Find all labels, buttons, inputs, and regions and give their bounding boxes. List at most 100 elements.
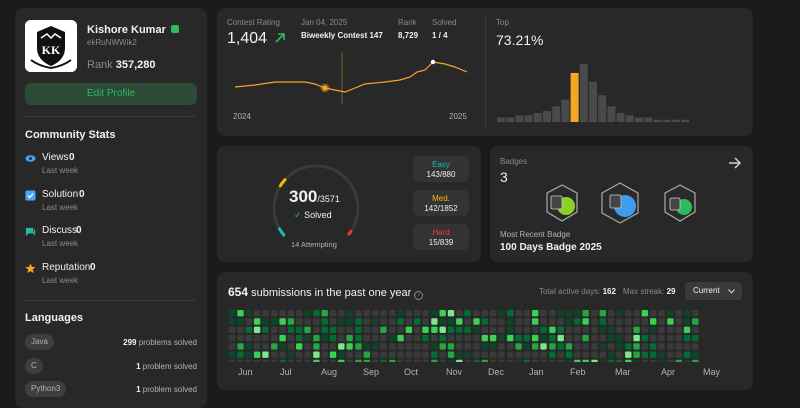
heatmap-cell[interactable] xyxy=(549,334,556,342)
heatmap-cell[interactable] xyxy=(447,359,455,362)
heatmap-cell[interactable] xyxy=(650,318,657,325)
heatmap-cell[interactable] xyxy=(397,359,404,362)
heatmap-cell[interactable] xyxy=(607,310,615,317)
heatmap-cell[interactable] xyxy=(591,326,598,333)
lang-pill-c[interactable]: C xyxy=(25,358,43,374)
heatmap-cell[interactable] xyxy=(304,318,311,325)
heatmap-cell[interactable] xyxy=(431,359,438,362)
heatmap-cell[interactable] xyxy=(431,318,438,325)
heatmap-cell[interactable] xyxy=(565,351,573,358)
heatmap-cell[interactable] xyxy=(405,326,413,333)
heatmap-cell[interactable] xyxy=(574,326,581,333)
heatmap-cell[interactable] xyxy=(481,359,488,362)
heatmap-cell[interactable] xyxy=(279,351,286,358)
heatmap-cell[interactable] xyxy=(253,326,261,333)
difficulty-medium[interactable]: Med. 142/1852 xyxy=(413,190,469,216)
heatmap-cell[interactable] xyxy=(389,310,396,317)
heatmap-cell[interactable] xyxy=(338,326,345,333)
heatmap-cell[interactable] xyxy=(625,334,632,342)
heatmap-cell[interactable] xyxy=(296,351,303,358)
heatmap-cell[interactable] xyxy=(582,318,589,325)
heatmap-cell[interactable] xyxy=(616,310,623,317)
heatmap-cell[interactable] xyxy=(489,326,497,333)
heatmap-cell[interactable] xyxy=(692,334,699,342)
heatmap-cell[interactable] xyxy=(683,318,691,325)
heatmap-cell[interactable] xyxy=(549,343,556,350)
heatmap-cell[interactable] xyxy=(321,359,328,362)
heatmap-cell[interactable] xyxy=(405,318,413,325)
heatmap-cell[interactable] xyxy=(355,334,362,342)
heatmap-cell[interactable] xyxy=(473,343,480,350)
heatmap-cell[interactable] xyxy=(641,343,649,350)
heatmap-cell[interactable] xyxy=(346,334,353,342)
heatmap-cell[interactable] xyxy=(304,310,311,317)
heatmap-cell[interactable] xyxy=(675,310,682,317)
heatmap-cell[interactable] xyxy=(591,334,598,342)
heatmap-cell[interactable] xyxy=(507,326,514,333)
heatmap-cell[interactable] xyxy=(507,318,514,325)
badge-days-icon[interactable] xyxy=(545,184,579,222)
heatmap-cell[interactable] xyxy=(667,351,674,358)
heatmap-cell[interactable] xyxy=(473,326,480,333)
heatmap-cell[interactable] xyxy=(355,343,362,350)
heatmap-cell[interactable] xyxy=(389,359,396,362)
heatmap-cell[interactable] xyxy=(397,310,404,317)
heatmap-cell[interactable] xyxy=(229,310,236,317)
heatmap-cell[interactable] xyxy=(599,351,606,358)
heatmap-cell[interactable] xyxy=(338,334,345,342)
heatmap-cell[interactable] xyxy=(641,318,649,325)
heatmap-cell[interactable] xyxy=(262,326,269,333)
heatmap-cell[interactable] xyxy=(591,351,598,358)
heatmap-cell[interactable] xyxy=(574,334,581,342)
heatmap-cell[interactable] xyxy=(414,343,421,350)
heatmap-cell[interactable] xyxy=(414,359,421,362)
heatmap-cell[interactable] xyxy=(271,351,278,358)
rating-line-chart[interactable] xyxy=(235,52,467,104)
heatmap-cell[interactable] xyxy=(313,318,320,325)
heatmap-cell[interactable] xyxy=(616,318,623,325)
heatmap-cell[interactable] xyxy=(321,351,328,358)
heatmap-cell[interactable] xyxy=(540,326,547,333)
heatmap-cell[interactable] xyxy=(557,351,564,358)
heatmap-cell[interactable] xyxy=(321,326,328,333)
heatmap-cell[interactable] xyxy=(633,343,640,350)
heatmap-cell[interactable] xyxy=(582,359,589,362)
heatmap-cell[interactable] xyxy=(237,318,244,325)
edit-profile-button[interactable]: Edit Profile xyxy=(25,83,197,105)
heatmap-cell[interactable] xyxy=(650,334,657,342)
heatmap-cell[interactable] xyxy=(473,318,480,325)
heatmap-cell[interactable] xyxy=(355,318,362,325)
heatmap-cell[interactable] xyxy=(279,343,286,350)
heatmap-cell[interactable] xyxy=(658,351,665,358)
heatmap-cell[interactable] xyxy=(523,351,531,358)
heatmap-cell[interactable] xyxy=(439,318,446,325)
heatmap-cell[interactable] xyxy=(515,318,522,325)
heatmap-cell[interactable] xyxy=(456,359,463,362)
heatmap-cell[interactable] xyxy=(380,318,387,325)
heatmap-cell[interactable] xyxy=(371,351,379,358)
heatmap-cell[interactable] xyxy=(498,351,505,358)
heatmap-cell[interactable] xyxy=(507,343,514,350)
heatmap-cell[interactable] xyxy=(253,351,261,358)
heatmap-cell[interactable] xyxy=(313,343,320,350)
heatmap-cell[interactable] xyxy=(287,334,295,342)
heatmap-cell[interactable] xyxy=(641,310,649,317)
heatmap-cell[interactable] xyxy=(253,310,261,317)
heatmap-cell[interactable] xyxy=(397,318,404,325)
heatmap-cell[interactable] xyxy=(397,326,404,333)
heatmap-cell[interactable] xyxy=(253,334,261,342)
heatmap-cell[interactable] xyxy=(532,359,539,362)
heatmap-cell[interactable] xyxy=(532,334,539,342)
heatmap-cell[interactable] xyxy=(507,310,514,317)
heatmap-cell[interactable] xyxy=(650,326,657,333)
heatmap-cell[interactable] xyxy=(405,310,413,317)
heatmap-cell[interactable] xyxy=(675,334,682,342)
heatmap-cell[interactable] xyxy=(607,359,615,362)
heatmap-cell[interactable] xyxy=(456,334,463,342)
heatmap-cell[interactable] xyxy=(304,334,311,342)
heatmap-cell[interactable] xyxy=(591,310,598,317)
heatmap-cell[interactable] xyxy=(253,359,261,362)
heatmap-cell[interactable] xyxy=(565,334,573,342)
heatmap-cell[interactable] xyxy=(439,334,446,342)
heatmap-cell[interactable] xyxy=(287,326,295,333)
